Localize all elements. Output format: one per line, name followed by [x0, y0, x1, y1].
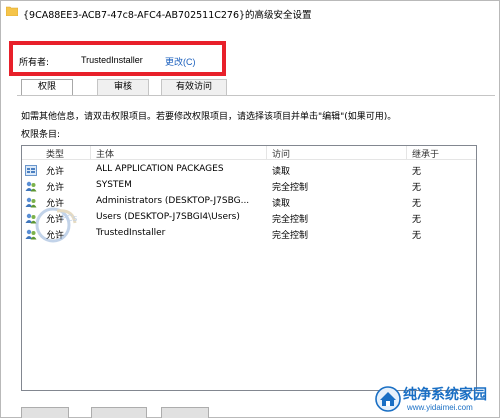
users-icon	[25, 197, 37, 208]
table-row[interactable]: 允许 SYSTEM 完全控制 无	[22, 179, 476, 194]
change-owner-link[interactable]: 更改(C)	[165, 55, 196, 68]
inherited-cell: 无	[412, 231, 422, 241]
inherited-cell: 无	[412, 199, 422, 209]
house-icon	[375, 386, 401, 412]
users-icon	[25, 213, 37, 224]
window-title: {9CA88EE3-ACB7-47c8-AFC4-AB702511C276}的高…	[23, 10, 312, 21]
principal-cell: Administrators (DESKTOP-J7SBG...	[96, 196, 250, 206]
permission-entries-label: 权限条目:	[21, 130, 61, 140]
title-bar: {9CA88EE3-ACB7-47c8-AFC4-AB702511C276}的高…	[1, 1, 499, 27]
access-cell: 完全控制	[272, 183, 309, 193]
table-row[interactable]: 允许 TrustedInstaller 完全控制 无	[22, 227, 476, 242]
column-separator	[406, 146, 407, 160]
logo-name: 纯净系统家园	[403, 387, 487, 403]
column-header-inherited[interactable]: 继承于	[412, 147, 439, 160]
users-icon	[25, 181, 37, 192]
tab-effective-access[interactable]: 有效访问	[161, 79, 227, 95]
add-button[interactable]	[21, 407, 69, 418]
column-header-type[interactable]: 类型	[46, 147, 64, 160]
tab-auditing[interactable]: 审核	[97, 79, 149, 95]
access-cell: 读取	[272, 199, 291, 209]
principal-cell: ALL APPLICATION PACKAGES	[96, 164, 224, 174]
tab-divider	[17, 95, 495, 96]
info-text: 如需其他信息，请双击权限项目。若要修改权限项目，请选择该项目并单击"编辑"(如果…	[21, 112, 397, 122]
tab-label: 审核	[113, 82, 132, 92]
type-cell: 允许	[46, 167, 65, 177]
owner-label: 所有者:	[19, 58, 50, 68]
column-header-principal[interactable]: 主体	[96, 147, 114, 160]
principal-cell: SYSTEM	[96, 180, 132, 190]
column-separator	[266, 146, 267, 160]
site-logo: 纯净系统家园 www.yidaimei.com	[373, 382, 499, 416]
access-cell: 读取	[272, 167, 291, 177]
remove-button[interactable]	[91, 407, 147, 418]
table-row[interactable]: 允许 Administrators (DESKTOP-J7SBG... 读取 无	[22, 195, 476, 210]
access-cell: 完全控制	[272, 215, 309, 225]
permission-entries-list[interactable]: 类型 主体 访问 继承于 允许 ALL APPLICATION PACKAGES…	[21, 145, 477, 391]
access-cell: 完全控制	[272, 231, 309, 241]
view-button[interactable]	[161, 407, 209, 418]
inherited-cell: 无	[412, 215, 422, 225]
type-cell: 允许	[46, 215, 65, 225]
inherited-cell: 无	[412, 183, 422, 193]
table-row[interactable]: 允许 Users (DESKTOP-J7SBGI4\Users) 完全控制 无	[22, 211, 476, 226]
owner-value: TrustedInstaller	[81, 55, 143, 65]
app-packages-icon	[25, 165, 37, 176]
inherited-cell: 无	[412, 167, 422, 177]
type-cell: 允许	[46, 183, 65, 193]
type-cell: 允许	[46, 231, 65, 241]
tab-label: 有效访问	[175, 82, 212, 92]
column-header-access[interactable]: 访问	[272, 147, 290, 160]
principal-cell: Users (DESKTOP-J7SBGI4\Users)	[96, 212, 240, 222]
principal-cell: TrustedInstaller	[96, 228, 166, 238]
list-header: 类型 主体 访问 继承于	[22, 146, 476, 160]
users-icon	[25, 229, 37, 240]
logo-url: www.yidaimei.com	[407, 403, 473, 412]
column-separator	[90, 146, 91, 160]
table-row[interactable]: 允许 ALL APPLICATION PACKAGES 读取 无	[22, 163, 476, 178]
folder-icon	[6, 6, 18, 16]
type-cell: 允许	[46, 199, 65, 209]
tab-label: 权限	[37, 82, 56, 92]
tab-permissions[interactable]: 权限	[21, 79, 73, 96]
advanced-security-settings-window: {9CA88EE3-ACB7-47c8-AFC4-AB702511C276}的高…	[0, 0, 500, 418]
